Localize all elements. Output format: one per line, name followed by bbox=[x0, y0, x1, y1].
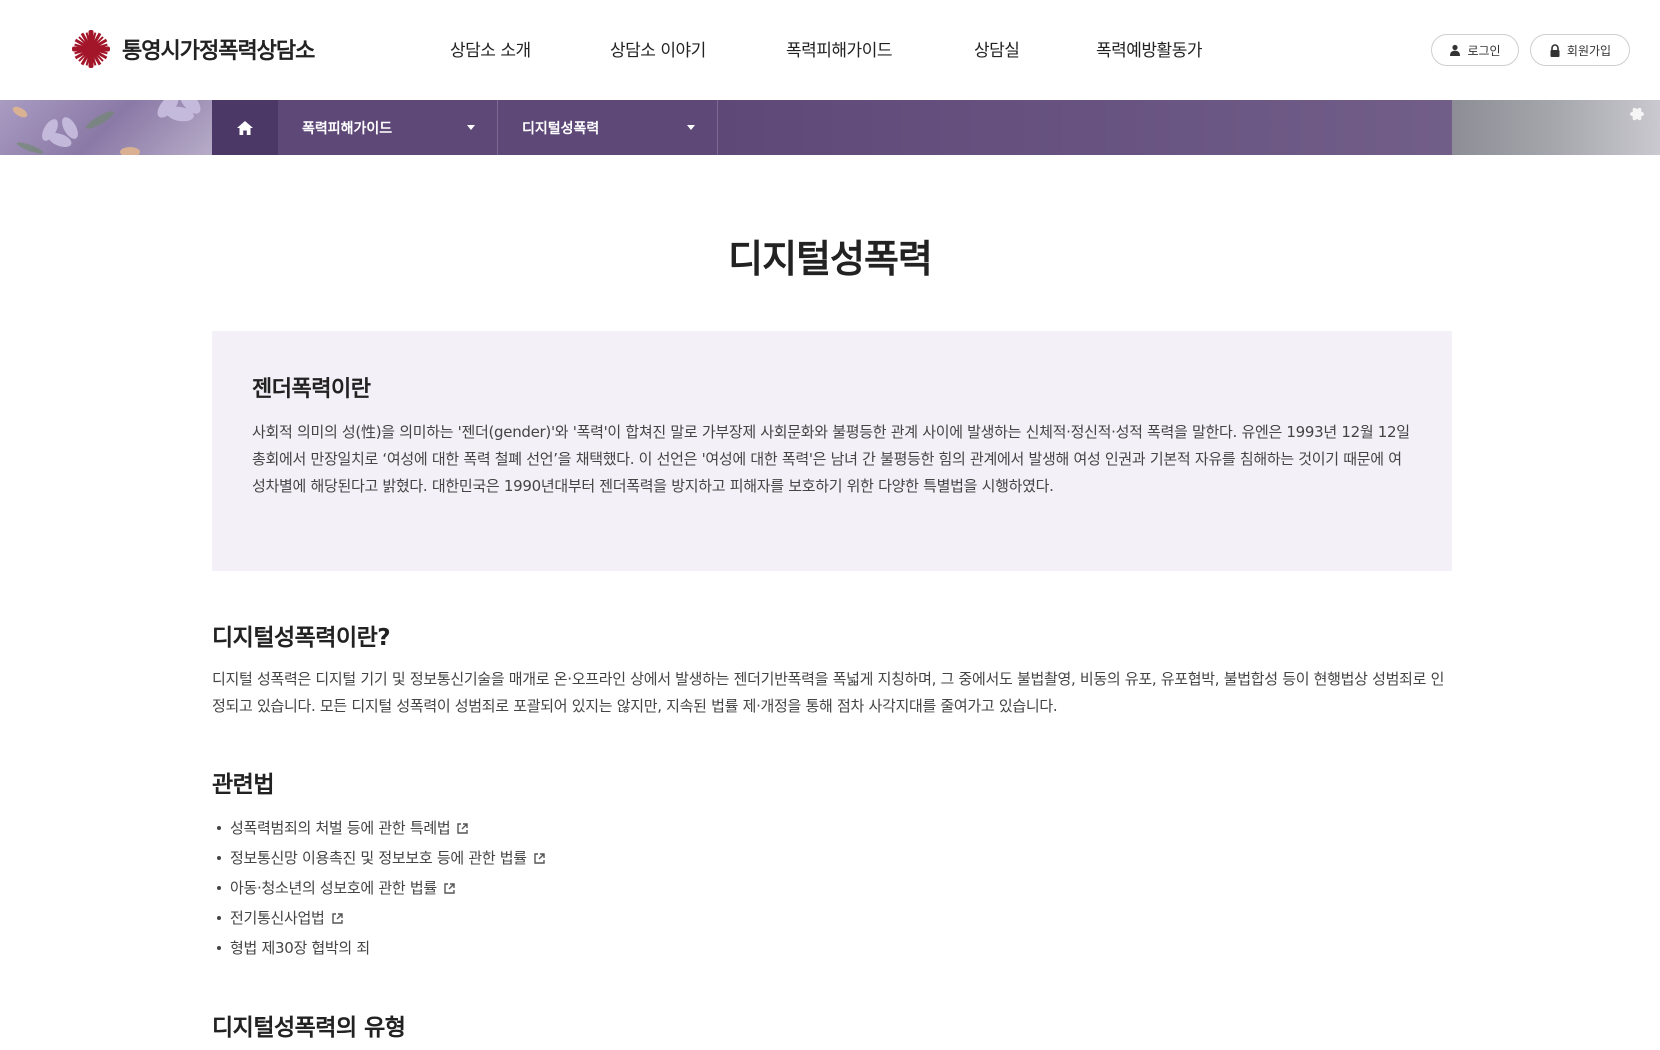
signup-button[interactable]: 회원가입 bbox=[1530, 34, 1630, 66]
bullet bbox=[217, 826, 221, 830]
logo-text: 통영시가정폭력상담소 bbox=[122, 39, 315, 64]
nav-item-about[interactable]: 상담소 소개 bbox=[450, 36, 531, 61]
bullet bbox=[217, 916, 221, 920]
signup-label: 회원가입 bbox=[1566, 43, 1612, 58]
user-icon bbox=[1450, 44, 1461, 56]
list-item: 형법 제30장 협박의 죄 bbox=[212, 933, 1452, 963]
laws-section-title: 관련법 bbox=[212, 772, 274, 798]
types-section-title: 디지털성폭력의 유형 bbox=[212, 1015, 406, 1041]
login-button[interactable]: 로그인 bbox=[1431, 34, 1519, 66]
nav-item-prevention[interactable]: 폭력예방활동가 bbox=[1096, 36, 1202, 61]
gender-violence-box: 젠더폭력이란 사회적 의미의 성(性)을 의미하는 '젠더(gender)'와 … bbox=[212, 331, 1452, 571]
lock-icon bbox=[1550, 43, 1560, 57]
digital-section: 디지털성폭력이란? 디지털 성폭력은 디지털 기기 및 정보통신기술을 매개로 … bbox=[212, 618, 1452, 720]
law-link[interactable]: 아동·청소년의 성보호에 관한 법률 bbox=[230, 873, 437, 903]
law-link[interactable]: 전기통신사업법 bbox=[230, 903, 325, 933]
bullet bbox=[217, 886, 221, 890]
external-link-icon[interactable] bbox=[331, 912, 344, 925]
breadcrumb-level1-label: 폭력피해가이드 bbox=[302, 120, 393, 137]
flower-decoration-icon bbox=[12, 100, 201, 155]
chevron-down-icon bbox=[467, 125, 475, 130]
gender-box-body: 사회적 의미의 성(性)을 의미하는 '젠더(gender)'와 '폭력'이 합… bbox=[252, 423, 1410, 495]
law-link[interactable]: 성폭력범죄의 처벌 등에 관한 특례법 bbox=[230, 813, 451, 843]
external-link-icon[interactable] bbox=[533, 852, 546, 865]
external-link-icon[interactable] bbox=[443, 882, 456, 895]
breadcrumb-level2-label: 디지털성폭력 bbox=[522, 120, 600, 137]
caritas-cross-icon bbox=[72, 30, 110, 68]
gender-box-title: 젠더폭력이란 bbox=[252, 377, 371, 402]
home-button[interactable] bbox=[212, 100, 278, 155]
external-link-icon[interactable] bbox=[456, 822, 469, 835]
types-section: 디지털성폭력의 유형 bbox=[212, 1008, 1452, 1042]
law-link[interactable]: 정보통신망 이용촉진 및 정보보호 등에 관한 법률 bbox=[230, 843, 527, 873]
home-icon bbox=[237, 120, 253, 135]
site-logo[interactable]: 통영시가정폭력상담소 bbox=[70, 28, 315, 70]
page-title: 디지털성폭력 bbox=[728, 237, 933, 281]
bullet bbox=[217, 856, 221, 860]
chevron-down-icon bbox=[687, 125, 695, 130]
banner-flowers-left bbox=[0, 100, 212, 155]
flower-decoration-icon bbox=[1630, 107, 1644, 121]
login-label: 로그인 bbox=[1467, 43, 1501, 58]
bullet bbox=[217, 946, 221, 950]
nav-item-stories[interactable]: 상담소 이야기 bbox=[610, 36, 706, 61]
list-item: 정보통신망 이용촉진 및 정보보호 등에 관한 법률 bbox=[212, 843, 1452, 873]
nav-item-counsel[interactable]: 상담실 bbox=[974, 36, 1020, 61]
breadcrumb-level2[interactable]: 디지털성폭력 bbox=[498, 100, 718, 155]
nav-item-guide[interactable]: 폭력피해가이드 bbox=[786, 36, 892, 61]
law-list: 성폭력범죄의 처벌 등에 관한 특례법 정보통신망 이용촉진 및 정보보호 등에… bbox=[212, 813, 1452, 963]
digital-section-body: 디지털 성폭력은 디지털 기기 및 정보통신기술을 매개로 온·오프라인 상에서… bbox=[212, 670, 1445, 715]
breadcrumb-level1[interactable]: 폭력피해가이드 bbox=[278, 100, 498, 155]
list-item: 아동·청소년의 성보호에 관한 법률 bbox=[212, 873, 1452, 903]
list-item: 성폭력범죄의 처벌 등에 관한 특례법 bbox=[212, 813, 1452, 843]
list-item: 전기통신사업법 bbox=[212, 903, 1452, 933]
law-text: 형법 제30장 협박의 죄 bbox=[230, 939, 370, 957]
site-header: 통영시가정폭력상담소 상담소 소개 상담소 이야기 폭력피해가이드 상담실 폭력… bbox=[0, 0, 1660, 100]
laws-section: 관련법 성폭력범죄의 처벌 등에 관한 특례법 정보통신망 이용촉진 및 정보보… bbox=[212, 765, 1452, 963]
digital-section-title: 디지털성폭력이란? bbox=[212, 625, 391, 651]
banner-right bbox=[1452, 100, 1660, 155]
